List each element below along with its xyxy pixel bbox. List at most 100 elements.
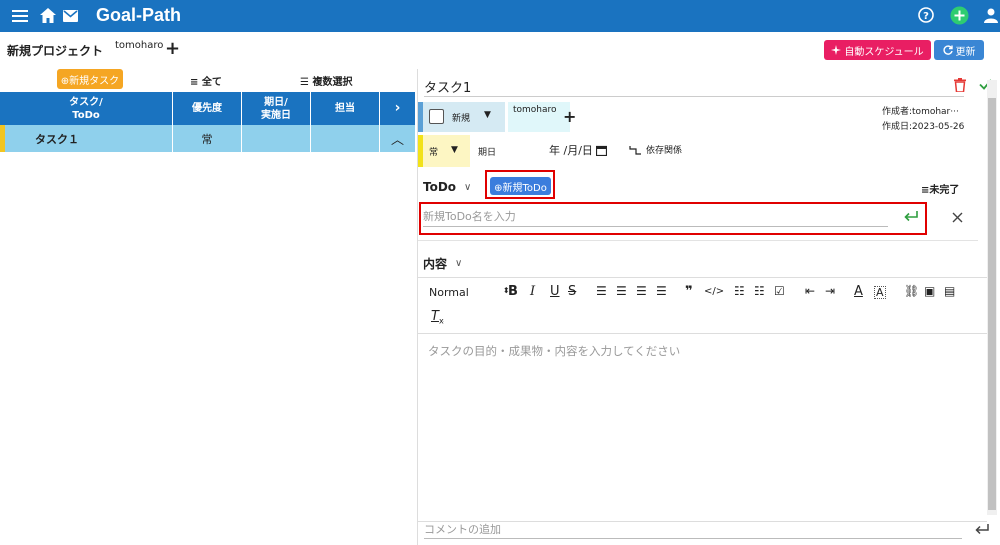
align-left-icon[interactable]: ☰ [596, 284, 607, 298]
project-title: 新規プロジェクト [7, 44, 104, 58]
filter-all-label: 全て [201, 77, 222, 88]
align-center-icon[interactable]: ☰ [616, 284, 627, 298]
svg-text:?: ? [923, 11, 929, 22]
table-row[interactable]: タスク１ 常 ︿ [0, 125, 415, 152]
chevron-down-icon: ∨ [455, 258, 463, 269]
italic-icon[interactable]: I [530, 284, 535, 299]
link-icon[interactable]: ⛓ [904, 284, 919, 298]
mail-icon[interactable] [63, 10, 78, 22]
add-circle-icon[interactable] [950, 6, 969, 25]
refresh-icon [942, 45, 953, 55]
account-icon[interactable] [984, 8, 998, 23]
refresh-label: 更新 [955, 46, 976, 58]
calendar-icon[interactable] [595, 145, 607, 156]
clear-format-icon[interactable]: Tx [431, 309, 444, 326]
task-detail-panel: タスク1 新規 ▼ tomoharo + 作成者:tomohar··· 作成日:… [417, 69, 1000, 545]
created-date-text: 作成日:2023-05-26 [882, 122, 965, 132]
ordered-list-icon[interactable]: ☷ [734, 284, 745, 298]
status-select[interactable]: 新規 ▼ [418, 102, 505, 132]
enter-icon[interactable] [904, 211, 918, 222]
outdent-icon[interactable]: ⇤ [805, 284, 815, 298]
column-header-priority[interactable]: 優先度 [173, 92, 242, 125]
add-member-button[interactable]: + [165, 38, 180, 59]
bullet-list-icon[interactable]: ☷ [754, 284, 765, 298]
column-header-task-line2: ToDo [72, 109, 100, 121]
incomplete-filter[interactable]: ≡未完了 [921, 181, 959, 196]
column-header-assignee[interactable]: 担当 [311, 92, 380, 125]
send-comment-icon[interactable] [975, 524, 989, 535]
complete-checkbox[interactable] [429, 109, 444, 124]
indent-icon[interactable]: ⇥ [825, 284, 835, 298]
multi-select-label: 複数選択 [312, 77, 353, 88]
expand-columns-button[interactable]: › [380, 92, 415, 125]
incomplete-filter-label: 未完了 [929, 185, 960, 196]
format-select-label: Normal [429, 286, 469, 299]
task-row-name[interactable]: タスク１ [5, 125, 173, 152]
todo-heading-label: ToDo [423, 180, 457, 194]
scrollbar[interactable] [987, 80, 997, 515]
bold-icon[interactable]: B [508, 284, 518, 299]
app-title: Goal-Path [96, 5, 182, 25]
chevron-down-icon: ∨ [464, 181, 472, 193]
new-todo-button[interactable]: ⊕新規ToDo [490, 177, 551, 195]
content-editor[interactable]: タスクの目的・成果物・内容を入力してください [428, 343, 680, 359]
dependency-icon [629, 145, 641, 155]
column-header-task-line1: タスク/ [69, 96, 103, 108]
blockquote-icon[interactable]: ❞ [685, 284, 693, 299]
task-table-header: タスク/ ToDo 優先度 期日/ 実施日 担当 › [0, 92, 415, 125]
format-select[interactable]: Normal ⬍ [429, 286, 510, 299]
todo-heading[interactable]: ToDo ∨ [423, 180, 471, 194]
priority-dropdown-icon: ▼ [451, 145, 458, 155]
home-icon[interactable] [40, 8, 56, 23]
assignee-area: tomoharo [508, 102, 570, 132]
content-heading-label: 内容 [423, 257, 448, 271]
add-assignee-button[interactable]: + [563, 107, 576, 126]
help-icon[interactable]: ? [918, 7, 934, 23]
check-list-icon[interactable]: ☑ [774, 284, 785, 298]
refresh-button[interactable]: 更新 [934, 40, 984, 60]
assignee-name: tomoharo [513, 105, 557, 115]
trash-icon[interactable] [954, 78, 966, 92]
font-color-icon[interactable]: A [854, 284, 863, 299]
task-name-input[interactable]: タスク1 [424, 75, 964, 97]
dependency-label: 依存関係 [646, 146, 683, 156]
new-task-button[interactable]: ⊕新規タスク [57, 69, 123, 89]
editor-toolbar-divider [418, 333, 987, 334]
scrollbar-thumb[interactable] [988, 98, 996, 510]
sparkle-icon [831, 45, 842, 55]
priority-select[interactable]: 常 ▼ [418, 135, 470, 167]
top-bar: Goal-Path ? [0, 0, 1000, 32]
filter-all-button[interactable]: ≡ 全て [190, 73, 222, 88]
creator-text: 作成者:tomohar··· [882, 107, 959, 117]
editor-toolbar: B I U S ☰ ☰ ☰ ☰ ❞ </> ☷ ☷ ☑ ⇤ ⇥ A A ⛓ ▣ … [508, 284, 978, 300]
todo-name-input[interactable]: 新規ToDo名を入力 [423, 208, 888, 227]
content-heading[interactable]: 内容 ∨ [423, 255, 462, 272]
todo-divider [418, 240, 978, 241]
priority-label: 常 [429, 148, 439, 158]
menu-icon[interactable] [12, 9, 28, 23]
due-date-placeholder: 年 /月/日 [549, 144, 593, 157]
column-header-date[interactable]: 期日/ 実施日 [242, 92, 311, 125]
due-date-input[interactable]: 年 /月/日 [549, 142, 607, 158]
collapse-row-button[interactable]: ︿ [380, 125, 415, 152]
video-icon[interactable]: ▤ [944, 284, 955, 298]
editor-container [418, 277, 987, 522]
underline-icon[interactable]: U [550, 284, 560, 299]
due-label: 期日 [478, 148, 497, 158]
background-color-icon[interactable]: A [874, 286, 886, 299]
dependency-button[interactable]: 依存関係 [629, 143, 682, 156]
close-icon[interactable] [952, 212, 963, 223]
filter-icon: ≡ [190, 77, 199, 88]
code-icon[interactable]: </> [704, 286, 724, 297]
image-icon[interactable]: ▣ [924, 284, 935, 298]
auto-schedule-button[interactable]: 自動スケジュール [824, 40, 931, 60]
multi-select-button[interactable]: ☰ 複数選択 [300, 73, 352, 88]
project-user: tomoharo [115, 40, 164, 51]
strikethrough-icon[interactable]: S [568, 284, 576, 299]
column-header-date-line1: 期日/ [264, 96, 288, 108]
task-row-assignee [311, 125, 380, 152]
status-dropdown-icon: ▼ [484, 110, 491, 120]
comment-input[interactable]: コメントの追加 [424, 521, 962, 539]
align-right-icon[interactable]: ☰ [636, 284, 647, 298]
align-justify-icon[interactable]: ☰ [656, 284, 667, 298]
